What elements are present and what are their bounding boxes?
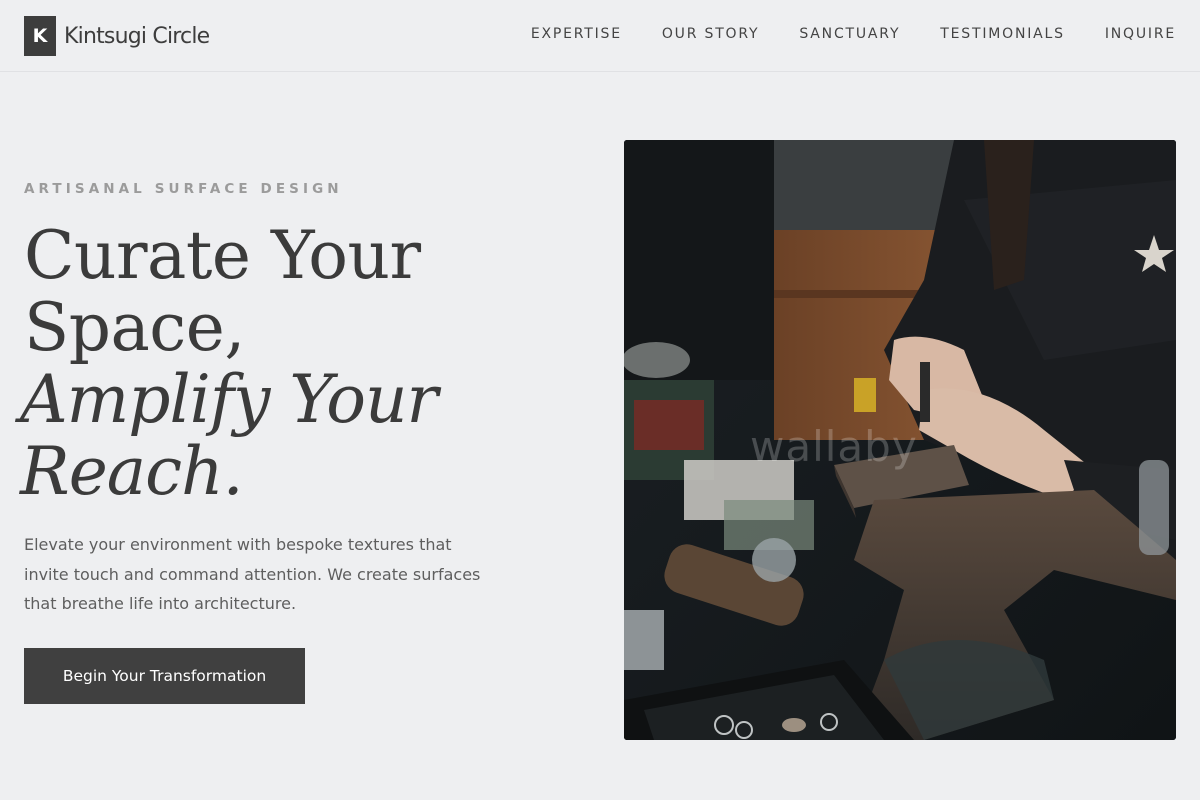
brand-logo[interactable]: K Kintsugi Circle	[24, 16, 210, 56]
nav-item-expertise[interactable]: EXPERTISE	[531, 26, 622, 42]
begin-transformation-button[interactable]: Begin Your Transformation	[24, 648, 305, 704]
nav-item-sanctuary[interactable]: SANCTUARY	[799, 26, 900, 42]
headline-line-1: Curate Your	[24, 217, 421, 294]
hero-headline: Curate Your Space, Amplify Your Reach.	[20, 217, 584, 508]
nav-item-our-story[interactable]: OUR STORY	[662, 26, 760, 42]
photo-watermark: wallaby	[750, 422, 918, 471]
main-nav: EXPERTISE OUR STORY SANCTUARY TESTIMONIA…	[531, 26, 1176, 42]
nav-item-inquire[interactable]: INQUIRE	[1105, 26, 1176, 42]
hero-description: Elevate your environment with bespoke te…	[24, 535, 481, 613]
brand-name: Kintsugi Circle	[64, 23, 210, 49]
hero-eyebrow: ARTISANAL SURFACE DESIGN	[24, 181, 343, 197]
hero-photo-artisan-workbench: wallaby	[624, 140, 1176, 740]
headline-line-4: Reach.	[20, 433, 244, 510]
headline-line-3: Amplify Your	[20, 361, 438, 438]
headline-line-2: Space,	[24, 289, 245, 366]
brand-mark-icon: K	[24, 16, 56, 56]
nav-item-testimonials[interactable]: TESTIMONIALS	[940, 26, 1065, 42]
site-header: K Kintsugi Circle EXPERTISE OUR STORY SA…	[0, 0, 1200, 72]
